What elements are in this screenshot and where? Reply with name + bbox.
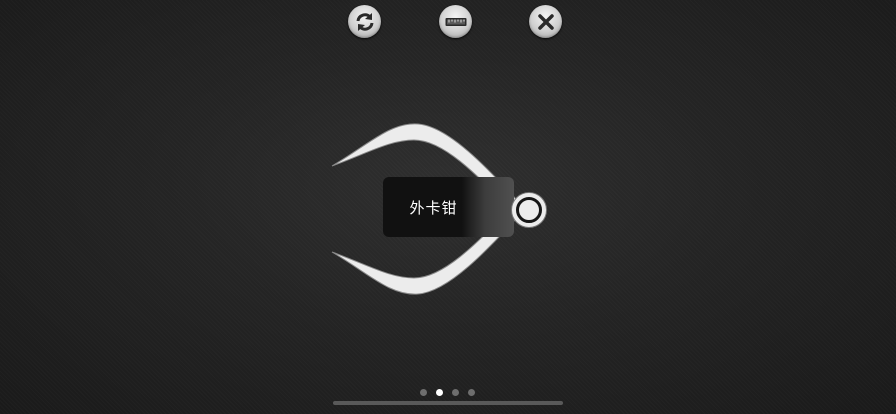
page-dot-4[interactable] bbox=[468, 389, 475, 396]
page-indicator[interactable] bbox=[420, 389, 475, 396]
caliper-pivot-hole bbox=[516, 197, 542, 223]
page-dot-2-active[interactable] bbox=[436, 389, 443, 396]
horizontal-scrollbar[interactable] bbox=[333, 401, 563, 405]
caliper-pivot bbox=[511, 192, 547, 228]
tool-name-text: 外卡钳 bbox=[409, 198, 458, 217]
page-dot-1[interactable] bbox=[420, 389, 427, 396]
page-dot-3[interactable] bbox=[452, 389, 459, 396]
tool-name-label[interactable]: 外卡钳 bbox=[383, 177, 514, 237]
